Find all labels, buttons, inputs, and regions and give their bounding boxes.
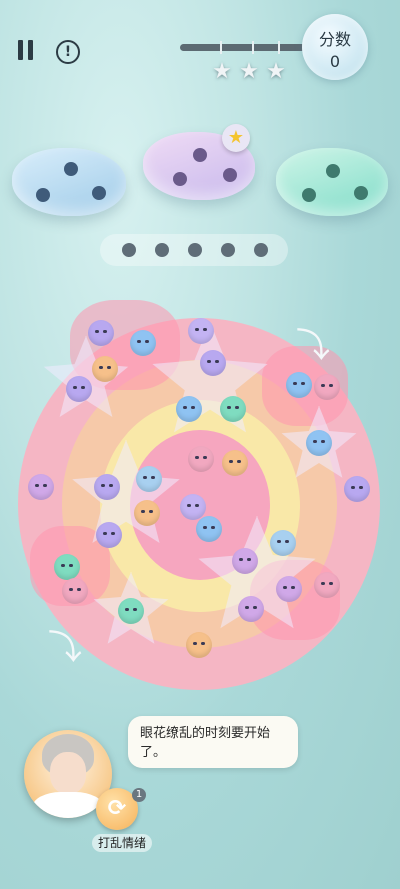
emotion-face[interactable]: [238, 596, 264, 622]
emotion-face[interactable]: [66, 376, 92, 402]
emotion-face[interactable]: [62, 578, 88, 604]
target-slot-1[interactable]: [12, 148, 126, 216]
rotate-arrow-icon[interactable]: ⤵: [296, 318, 330, 367]
target-slot-3[interactable]: [276, 148, 388, 216]
emotion-face[interactable]: [270, 530, 296, 556]
score-progress-bar: [180, 41, 305, 54]
skill-count-badge: 1: [132, 788, 146, 802]
emotion-face[interactable]: [94, 474, 120, 500]
star-badge-icon: ★: [222, 124, 250, 152]
emotion-face[interactable]: [306, 430, 332, 456]
dialogue-text: 眼花缭乱的时刻要开始了。: [140, 726, 271, 760]
emotion-face[interactable]: [28, 474, 54, 500]
emotion-face[interactable]: [200, 350, 226, 376]
help-button[interactable]: !: [56, 40, 80, 64]
emotion-face[interactable]: [232, 548, 258, 574]
dialogue-bubble: 眼花缭乱的时刻要开始了。: [128, 716, 298, 768]
emotion-face[interactable]: [176, 396, 202, 422]
score-display: 分数 0: [302, 14, 368, 80]
emotion-face[interactable]: [88, 320, 114, 346]
emotion-face[interactable]: [180, 494, 206, 520]
star-icon: ★: [239, 59, 259, 84]
emotion-face[interactable]: [186, 632, 212, 658]
emotion-face[interactable]: [222, 450, 248, 476]
shuffle-icon: ⟳: [107, 796, 127, 821]
star-icon: ★: [212, 59, 232, 84]
emotion-face[interactable]: [54, 554, 80, 580]
pause-button[interactable]: [16, 40, 36, 62]
emotion-face[interactable]: [344, 476, 370, 502]
emotion-face[interactable]: [96, 522, 122, 548]
emotion-face[interactable]: [276, 576, 302, 602]
emotion-face[interactable]: [314, 374, 340, 400]
emotion-face[interactable]: [188, 446, 214, 472]
emotion-face[interactable]: [196, 516, 222, 542]
score-label: 分数: [318, 30, 351, 49]
emotion-face[interactable]: [188, 318, 214, 344]
score-value: 0: [329, 52, 341, 71]
emotion-face[interactable]: [220, 396, 246, 422]
emotion-face[interactable]: [286, 372, 312, 398]
queue-indicator: [100, 234, 288, 266]
emotion-face[interactable]: [92, 356, 118, 382]
emotion-face[interactable]: [136, 466, 162, 492]
emotion-face[interactable]: [130, 330, 156, 356]
star-icon: ★: [266, 59, 286, 84]
pause-icon: [18, 40, 23, 60]
emotion-face[interactable]: [134, 500, 160, 526]
emotion-face[interactable]: [314, 572, 340, 598]
rotate-arrow-icon[interactable]: ⤵: [48, 620, 82, 669]
emotion-face[interactable]: [118, 598, 144, 624]
skill-label: 打乱情绪: [92, 834, 152, 852]
